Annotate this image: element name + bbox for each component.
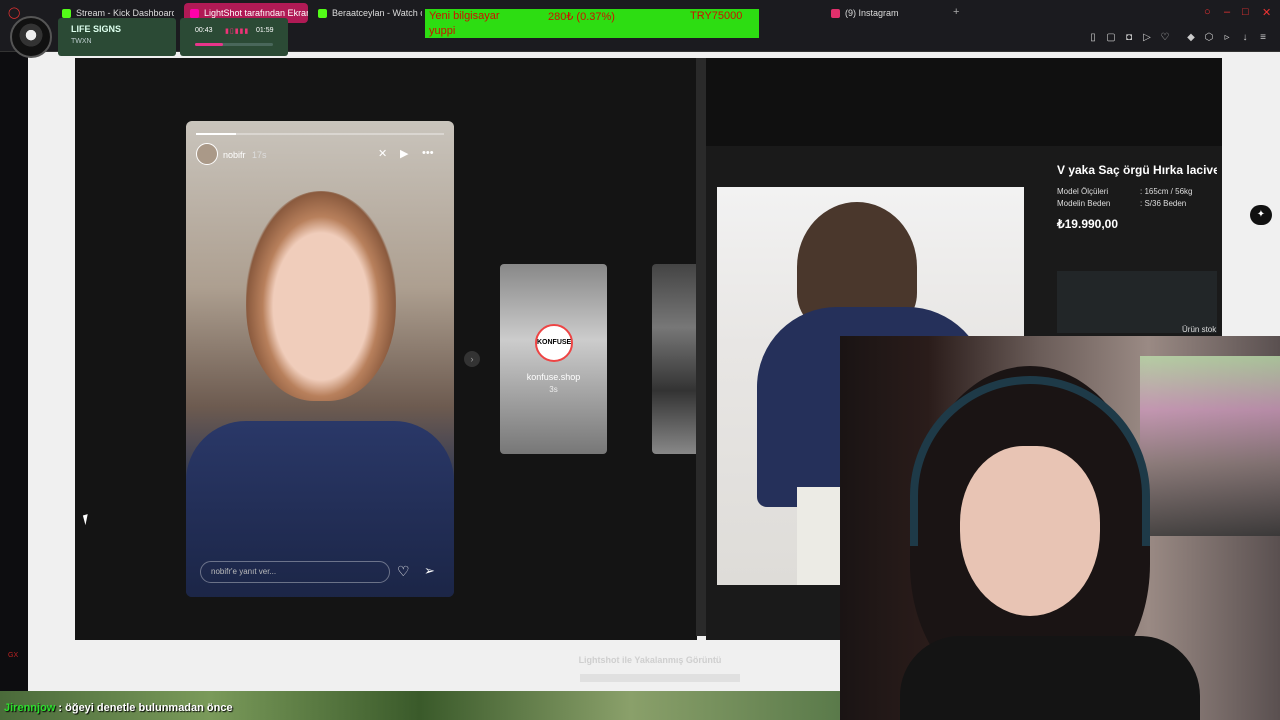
instagram-icon <box>831 8 840 18</box>
pen-icon <box>190 8 199 18</box>
opera-gx-logo-icon[interactable]: ◯ <box>8 6 20 19</box>
size-selector[interactable] <box>1057 271 1217 333</box>
donation-message: yuppi <box>429 25 456 37</box>
maximize-icon[interactable]: □ <box>1242 6 1249 18</box>
download-icon[interactable]: ↓ <box>1240 33 1250 43</box>
konfuse-logo: KONFUSE <box>535 324 573 362</box>
play-icon[interactable]: ▶ <box>400 147 408 160</box>
kick-icon <box>318 8 327 18</box>
vinyl-disc-icon <box>10 16 52 58</box>
song-progress-bar <box>195 43 273 46</box>
heart-icon[interactable]: ♡ <box>397 563 410 580</box>
menu-icon[interactable]: ≡ <box>1258 33 1268 43</box>
tab-beraatceylan[interactable]: Beraatceylan - Watch cli <box>312 3 422 23</box>
chat-text: : öğeyi denetle bulunmadan önce <box>58 702 233 714</box>
total-time: 01:59 <box>256 27 274 34</box>
song-artist: TWXN <box>71 38 92 45</box>
story-time: 17s <box>252 150 267 160</box>
story-person-image <box>246 191 396 401</box>
search-icon[interactable]: ○ <box>1204 6 1211 18</box>
lightshot-notification: Lightshot ile Yakalanmış Görüntü <box>578 655 722 665</box>
chat-overlay: Jirennjow : öğeyi denetle bulunmadan önc… <box>0 691 840 720</box>
spec-value: : 165cm / 56kg <box>1140 187 1193 196</box>
next-story-username: konfuse.shop <box>526 372 581 382</box>
next-story-thumbnail[interactable]: KONFUSE konfuse.shop 3s <box>500 264 607 454</box>
spec-label: Modelin Beden <box>1057 199 1111 208</box>
donation-amount: 280₺ (0.37%) <box>548 11 615 23</box>
lightshot-notification-bar <box>580 674 740 682</box>
kick-icon <box>62 8 71 18</box>
close-icon[interactable]: ✕ <box>1262 6 1271 19</box>
donation-goal: TRY75000 <box>690 10 743 22</box>
donation-user: Yeni bilgisayar <box>429 10 500 22</box>
panel-divider <box>696 58 706 636</box>
snapshot-icon[interactable]: ▢ <box>1106 33 1116 43</box>
minimize-icon[interactable]: – <box>1224 6 1230 18</box>
heart-icon[interactable]: ♡ <box>1160 33 1170 43</box>
spec-label: Model Ölçüleri <box>1057 187 1109 196</box>
product-header <box>706 58 1222 146</box>
shield-icon[interactable]: ◘ <box>1124 33 1134 43</box>
equalizer-icon: ▮▯▮▮▮ <box>225 28 250 35</box>
send-icon[interactable]: ➢ <box>424 563 435 579</box>
more-options-icon[interactable]: ••• <box>422 147 434 159</box>
chat-username: Jirennjow <box>4 702 56 714</box>
now-playing-card: LIFE SIGNS TWXN <box>58 18 176 56</box>
opera-sidebar <box>0 52 28 692</box>
spec-value: : S/36 Beden <box>1140 199 1187 208</box>
extensions-icon[interactable]: ⬡ <box>1204 33 1214 43</box>
donation-alert: Yeni bilgisayar 280₺ (0.37%) TRY75000 yu… <box>425 9 759 38</box>
story-viewer[interactable]: nobifr 17s ✕ ▶ ••• nobifr'e yanıt ver...… <box>186 121 454 597</box>
tab-instagram[interactable]: (9) Instagram <box>825 3 935 23</box>
next-story-button[interactable]: › <box>464 351 480 367</box>
story-progress-bar <box>196 133 444 135</box>
play-icon[interactable]: ▷ <box>1142 33 1152 43</box>
gx-label: GX <box>8 652 19 659</box>
mute-icon[interactable]: ✕ <box>378 147 387 160</box>
vpn-icon[interactable]: ◆ <box>1186 33 1196 43</box>
chat-message: Jirennjow : öğeyi denetle bulunmadan önc… <box>4 702 233 714</box>
product-title: V yaka Saç örgü Hırka lacivert <box>1057 163 1217 177</box>
sparkle-icon[interactable]: ✦ <box>1250 205 1272 225</box>
avatar[interactable] <box>196 143 218 165</box>
current-time: 00:43 <box>195 27 213 34</box>
product-price: ₺19.990,00 <box>1057 217 1119 231</box>
following-story-thumbnail[interactable] <box>652 264 696 454</box>
music-player: 00:43 ▮▯▮▮▮ 01:59 <box>180 18 288 56</box>
stock-label: Ürün stok <box>1182 325 1217 334</box>
story-reply-input[interactable]: nobifr'e yanıt ver... <box>200 561 390 583</box>
webcam-feed <box>840 336 1280 720</box>
next-story-time: 3s <box>549 385 558 394</box>
share-icon[interactable]: ▹ <box>1222 33 1232 43</box>
story-username[interactable]: nobifr <box>223 150 246 160</box>
song-title: LIFE SIGNS <box>71 24 122 34</box>
bookmark-icon[interactable]: ▯ <box>1088 33 1098 43</box>
screen: ◯ Stream - Kick Dashboard LightShot tara… <box>0 0 1280 720</box>
new-tab-button[interactable]: + <box>953 6 959 18</box>
